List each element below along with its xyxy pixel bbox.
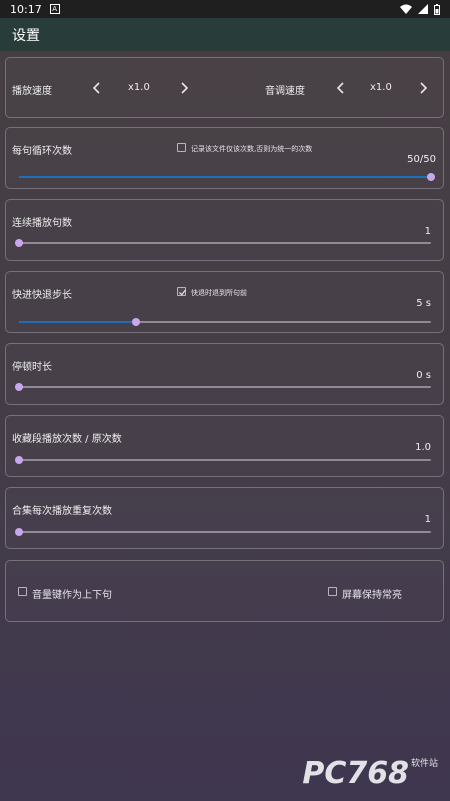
loop-count-slider-fill — [19, 176, 431, 178]
pitch-speed-increase-icon[interactable] — [415, 80, 431, 96]
playback-speed-increase-icon[interactable] — [176, 80, 192, 96]
playback-speed-label: 播放速度 — [12, 86, 52, 97]
loop-count-card: 每句循环次数 记录该文件仅该次数,否则为统一的次数 50/50 — [5, 127, 444, 189]
playback-speed-decrease-icon[interactable] — [89, 80, 105, 96]
loop-count-slider-thumb[interactable] — [427, 173, 435, 181]
page-title: 设置 — [12, 27, 40, 44]
status-bar: 10:17 A — [0, 0, 450, 18]
notification-icon: A — [49, 4, 60, 14]
battery-icon — [434, 3, 440, 15]
seek-step-value: 5 s — [416, 298, 431, 309]
rewind-to-sentence-checkbox[interactable] — [177, 287, 186, 296]
speed-card: 播放速度 x1.0 音调速度 x1.0 — [5, 57, 444, 118]
screen-on-checkbox[interactable] — [328, 587, 337, 596]
status-time: 10:17 — [10, 2, 42, 16]
consecutive-sentences-card: 连续播放句数 1 — [5, 199, 444, 261]
seek-step-label: 快进快退步长 — [12, 290, 72, 301]
favorite-playback-slider-thumb[interactable] — [15, 456, 23, 464]
consecutive-sentences-label: 连续播放句数 — [12, 218, 72, 229]
favorite-playback-card: 收藏段播放次数 / 原次数 1.0 — [5, 415, 444, 477]
consecutive-sentences-value: 1 — [424, 226, 431, 237]
wifi-icon — [400, 4, 412, 14]
remember-count-checkbox[interactable] — [177, 143, 186, 152]
pause-duration-label: 停顿时长 — [12, 362, 52, 373]
watermark-text: PC768 — [302, 756, 409, 791]
collection-repeat-label: 合集每次播放重复次数 — [12, 506, 112, 517]
collection-repeat-card: 合集每次播放重复次数 1 — [5, 487, 444, 549]
collection-repeat-slider[interactable] — [15, 528, 431, 536]
loop-count-slider[interactable] — [19, 173, 435, 181]
watermark-logo: PC768 软件站 — [302, 756, 438, 791]
favorite-playback-label: 收藏段播放次数 / 原次数 — [12, 434, 122, 445]
seek-step-slider-fill — [19, 321, 137, 323]
collection-repeat-value: 1 — [424, 514, 431, 525]
volume-key-label: 音量键作为上下句 — [32, 590, 112, 601]
signal-icon — [418, 4, 428, 14]
remember-count-label: 记录该文件仅该次数,否则为统一的次数 — [191, 145, 313, 153]
pitch-speed-decrease-icon[interactable] — [333, 80, 349, 96]
consecutive-sentences-slider[interactable] — [15, 239, 431, 247]
screen-on-label: 屏幕保持常亮 — [342, 590, 402, 601]
pause-duration-value: 0 s — [416, 370, 431, 381]
seek-step-slider-thumb[interactable] — [132, 318, 141, 326]
rewind-to-sentence-label: 快退时退到所句前 — [191, 289, 247, 297]
playback-speed-value: x1.0 — [128, 82, 150, 93]
pitch-speed-label: 音调速度 — [265, 86, 305, 97]
loop-count-label: 每句循环次数 — [12, 146, 72, 157]
loop-count-value: 50/50 — [407, 154, 436, 165]
app-bar: 设置 — [0, 18, 450, 51]
checkmark-icon — [179, 289, 186, 296]
volume-key-checkbox[interactable] — [18, 587, 27, 596]
consecutive-sentences-slider-thumb[interactable] — [15, 239, 23, 247]
pause-duration-slider[interactable] — [15, 383, 431, 391]
favorite-playback-slider[interactable] — [15, 456, 431, 464]
collection-repeat-slider-thumb[interactable] — [15, 528, 23, 536]
pause-duration-slider-thumb[interactable] — [15, 383, 23, 391]
favorite-playback-value: 1.0 — [415, 442, 431, 453]
pause-duration-card: 停顿时长 0 s — [5, 343, 444, 405]
seek-step-card: 快进快退步长 快退时退到所句前 5 s — [5, 271, 444, 333]
options-card: 音量键作为上下句 屏幕保持常亮 — [5, 560, 444, 622]
watermark-sub: 软件站 — [410, 759, 438, 769]
pitch-speed-value: x1.0 — [370, 82, 392, 93]
seek-step-slider[interactable] — [19, 318, 431, 326]
